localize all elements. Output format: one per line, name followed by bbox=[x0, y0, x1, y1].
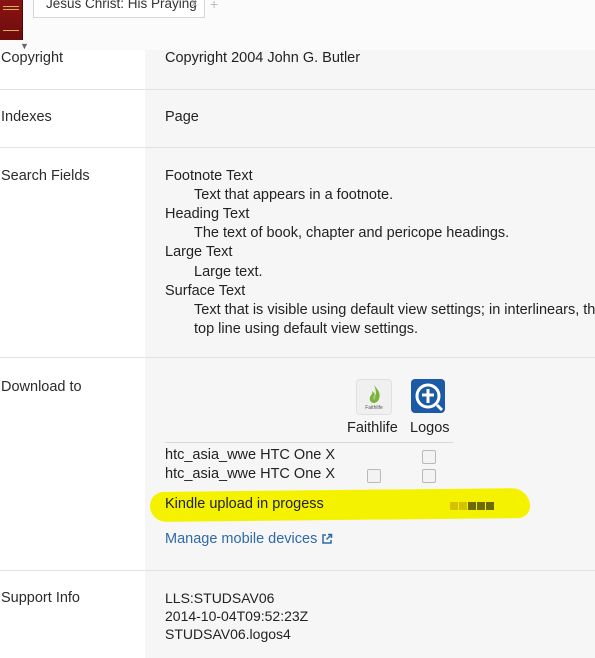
search-field-name: Heading Text bbox=[165, 206, 250, 222]
device-name: htc_asia_wwe HTC One X bbox=[165, 447, 336, 463]
row-divider bbox=[0, 570, 595, 571]
tab-title: Jesus Christ: His Praying bbox=[46, 0, 197, 11]
logos-cross-icon bbox=[415, 383, 444, 412]
search-field-description: Large text. bbox=[194, 264, 263, 280]
logos-device-checkbox[interactable] bbox=[422, 469, 436, 483]
search-field-description: Text that appears in a footnote. bbox=[194, 187, 394, 203]
support-info-label: Support Info bbox=[1, 590, 80, 606]
manage-mobile-devices-link[interactable]: Manage mobile devices bbox=[165, 531, 333, 547]
support-info-line: LLS:STUDSAV06 bbox=[165, 590, 275, 606]
device-table-divider bbox=[165, 442, 453, 443]
kindle-upload-status: Kindle upload in progess bbox=[165, 496, 324, 512]
row-divider bbox=[0, 147, 595, 148]
progress-segment bbox=[486, 502, 494, 510]
progress-segment bbox=[477, 502, 485, 510]
support-info-line: 2014-10-04T09:52:23Z bbox=[165, 608, 309, 624]
download-to-label: Download to bbox=[1, 379, 82, 395]
search-fields-label: Search Fields bbox=[1, 168, 90, 184]
support-info-line: STUDSAV06.logos4 bbox=[165, 626, 291, 642]
tab-strip: ▼ Jesus Christ: His Praying × + bbox=[0, 0, 595, 51]
progress-segment bbox=[459, 502, 467, 510]
logos-device-checkbox[interactable] bbox=[422, 450, 436, 464]
search-field-name: Large Text bbox=[165, 244, 233, 260]
new-tab-icon[interactable]: + bbox=[210, 0, 218, 12]
search-field-description: The text of book, chapter and pericope h… bbox=[194, 225, 510, 241]
search-field-name: Footnote Text bbox=[165, 168, 253, 184]
device-name: htc_asia_wwe HTC One X bbox=[165, 466, 336, 482]
kindle-upload-progress bbox=[450, 502, 494, 511]
progress-segment bbox=[450, 502, 458, 510]
manage-link-label: Manage mobile devices bbox=[165, 531, 318, 547]
search-field-name: Surface Text bbox=[165, 283, 246, 299]
logos-column-header: Logos bbox=[410, 420, 450, 436]
row-divider bbox=[0, 357, 595, 358]
faithlife-device-checkbox[interactable] bbox=[367, 469, 381, 483]
faithlife-icon-caption: Faithlife bbox=[365, 405, 383, 411]
faithlife-app-icon: Faithlife bbox=[356, 379, 392, 415]
search-field-description: Text that is visible using default view … bbox=[194, 302, 595, 318]
tab-close-icon[interactable]: × bbox=[190, 0, 198, 11]
book-cover-thumbnail[interactable] bbox=[0, 0, 23, 40]
external-link-icon bbox=[322, 533, 333, 544]
value-column bbox=[145, 50, 595, 658]
copyright-label: Copyright bbox=[1, 50, 64, 66]
label-column bbox=[0, 50, 145, 658]
copyright-value: Copyright 2004 John G. Butler bbox=[165, 50, 361, 66]
progress-segment bbox=[468, 502, 476, 510]
logos-app-icon bbox=[411, 379, 445, 413]
search-field-description-continued: top line using default view settings. bbox=[194, 321, 419, 337]
indexes-label: Indexes bbox=[1, 109, 52, 125]
row-divider bbox=[0, 89, 595, 90]
faithlife-column-header: Faithlife bbox=[347, 420, 398, 436]
indexes-value: Page bbox=[165, 109, 199, 125]
tab-document[interactable]: Jesus Christ: His Praying × bbox=[33, 0, 205, 18]
